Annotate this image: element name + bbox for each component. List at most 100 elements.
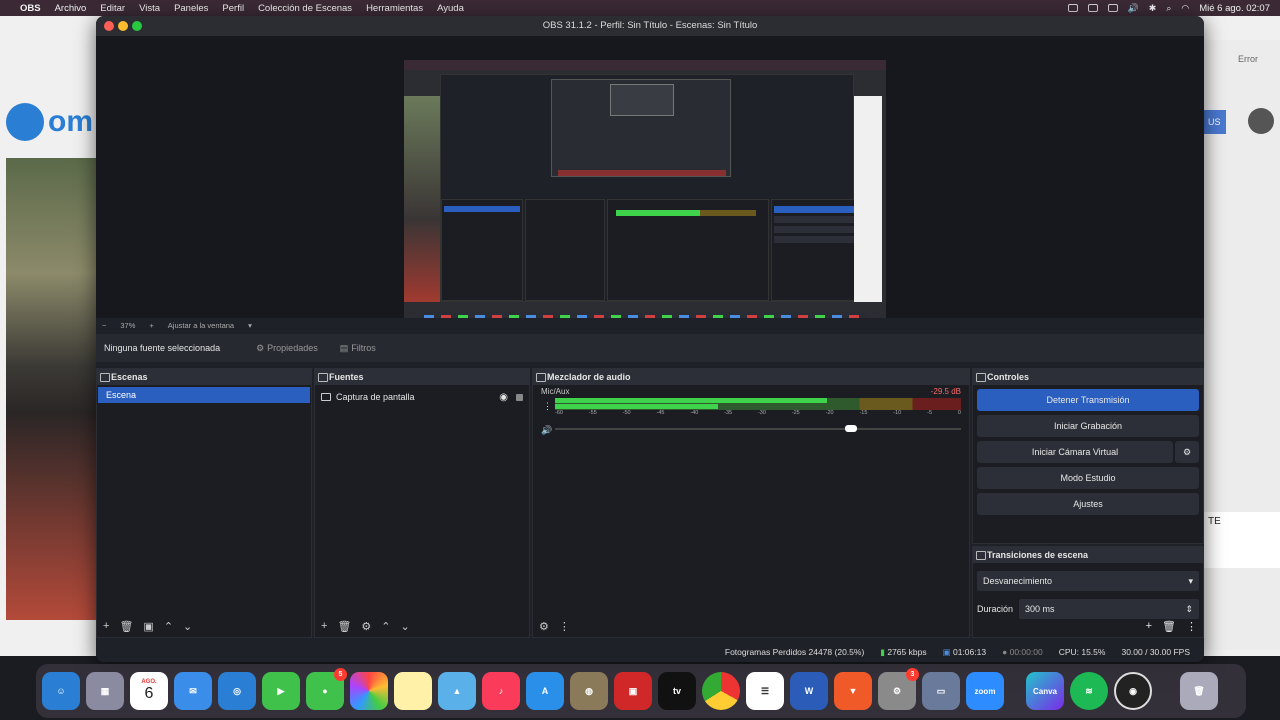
menu-app-name[interactable]: OBS — [20, 3, 41, 14]
scenes-title: Escenas — [97, 369, 311, 385]
brave-icon[interactable]: ▼ — [834, 672, 872, 710]
menu-paneles[interactable]: Paneles — [174, 3, 208, 14]
status-icon[interactable] — [1067, 4, 1078, 12]
trash-icon[interactable]: 🗑 — [1162, 620, 1176, 633]
chrome-icon[interactable] — [702, 672, 740, 710]
close-window-button[interactable] — [104, 21, 114, 31]
lock-icon[interactable] — [516, 393, 523, 401]
maps-icon[interactable]: ▲ — [438, 672, 476, 710]
gear-icon[interactable]: ⚙ — [361, 620, 371, 633]
move-down-button[interactable]: ⌄ — [183, 620, 192, 633]
zoom-in-button[interactable]: + — [149, 321, 153, 330]
obs-icon[interactable]: ◉ — [1114, 672, 1152, 710]
photo-booth-icon[interactable]: ▣ — [614, 672, 652, 710]
meter-tick-label: -45 — [656, 410, 665, 416]
search-icon[interactable]: ⌕ — [1166, 3, 1171, 14]
blue-button[interactable]: US — [1204, 110, 1226, 134]
notes-icon[interactable] — [394, 672, 432, 710]
chevron-down-icon[interactable]: ▾ — [248, 321, 252, 330]
stepper-icon[interactable]: ⇕ — [1185, 599, 1193, 619]
menu-ayuda[interactable]: Ayuda — [437, 3, 464, 14]
app-store-icon[interactable]: A — [526, 672, 564, 710]
menu-coleccion-escenas[interactable]: Colección de Escenas — [258, 3, 352, 14]
meter-tick-label: -60 — [555, 410, 563, 416]
settings-badge: 3 — [906, 668, 919, 681]
add-scene-button[interactable]: + — [103, 620, 109, 632]
stop-stream-button[interactable]: Detener Transmisión — [977, 389, 1199, 411]
stream-time-value: 01:06:13 — [952, 646, 987, 657]
duration-input[interactable]: 300 ms ⇕ — [1019, 599, 1199, 619]
music-icon[interactable]: ♪ — [482, 672, 520, 710]
trash-icon[interactable]: 🗑 — [1180, 672, 1218, 710]
menu-vista[interactable]: Vista — [139, 3, 160, 14]
mixer-menu-icon[interactable]: ⋮ — [559, 620, 570, 633]
channel-menu-icon[interactable]: ⋮ — [543, 401, 552, 412]
preview-canvas[interactable] — [404, 60, 886, 332]
word-icon[interactable]: W — [790, 672, 828, 710]
scene-filters-icon[interactable]: ▣ — [143, 620, 153, 633]
mail-icon[interactable]: ✉ — [174, 672, 212, 710]
move-down-button[interactable]: ⌄ — [401, 620, 410, 633]
properties-button[interactable]: ⚙ Propiedades — [256, 343, 318, 354]
menubar-clock[interactable]: Mié 6 ago. 02:07 — [1199, 3, 1270, 14]
zoom-icon[interactable]: zoom — [966, 672, 1004, 710]
cloud-icon[interactable] — [1087, 4, 1098, 12]
safari-icon[interactable]: ◎ — [218, 672, 256, 710]
fit-window-label[interactable]: Ajustar a la ventana — [168, 321, 234, 330]
apple-tv-icon[interactable]: tv — [658, 672, 696, 710]
finder-icon[interactable]: ☺ — [42, 672, 80, 710]
messages-icon[interactable]: ● 5 — [306, 668, 347, 710]
filters-button[interactable]: ▤ Filtros — [340, 343, 376, 354]
transition-select[interactable]: Desvanecimiento ▾ — [977, 571, 1199, 591]
start-recording-button[interactable]: Iniciar Grabación — [977, 415, 1199, 437]
photos-icon[interactable] — [350, 672, 388, 710]
avatar[interactable] — [1248, 108, 1274, 134]
source-item[interactable]: Captura de pantalla ◉ — [315, 388, 529, 406]
add-transition-button[interactable]: + — [1146, 620, 1152, 633]
canva-icon[interactable]: Canva — [1026, 672, 1064, 710]
nested-webcam — [404, 96, 440, 302]
volume-slider-knob[interactable] — [845, 425, 858, 432]
add-source-button[interactable]: + — [321, 620, 327, 632]
volume-slider[interactable] — [555, 424, 961, 434]
menu-herramientas[interactable]: Herramientas — [366, 3, 423, 14]
trash-icon[interactable]: 🗑 — [119, 620, 133, 633]
reminders-icon[interactable]: ☰ — [746, 672, 784, 710]
minimize-window-button[interactable] — [118, 21, 128, 31]
system-settings-icon[interactable]: ⚙ 3 — [878, 668, 919, 710]
advanced-audio-icon[interactable]: ⚙ — [539, 620, 549, 633]
launchpad-icon[interactable]: ▦ — [86, 672, 124, 710]
contacts-icon[interactable]: ◍ — [570, 672, 608, 710]
virtual-camera-button[interactable]: Iniciar Cámara Virtual — [977, 441, 1173, 463]
gear-icon[interactable]: ⚙ — [1175, 441, 1199, 463]
volume-icon[interactable]: 🔊 — [1128, 3, 1139, 14]
settings-button[interactable]: Ajustes — [977, 493, 1199, 515]
menu-editar[interactable]: Editar — [100, 3, 125, 14]
preview-area[interactable] — [96, 36, 1204, 332]
meter-tick-label: -30 — [757, 410, 766, 416]
facetime-icon[interactable]: ▶ — [262, 672, 300, 710]
spotify-icon[interactable]: ≋ — [1070, 672, 1108, 710]
studio-mode-button[interactable]: Modo Estudio — [977, 467, 1199, 489]
speaker-icon[interactable]: 🔊 — [541, 425, 552, 436]
display-icon[interactable] — [1107, 4, 1118, 12]
fps: 30.00 / 30.00 FPS — [1121, 647, 1190, 657]
eye-icon[interactable]: ◉ — [499, 392, 508, 403]
stream-time: ▣ 01:06:13 — [943, 647, 987, 658]
controls-dock: Controles Detener Transmisión Iniciar Gr… — [972, 368, 1204, 544]
bluetooth-icon[interactable]: ✱ — [1149, 3, 1157, 14]
trash-icon[interactable]: 🗑 — [337, 620, 351, 633]
wifi-icon[interactable]: ◠ — [1181, 3, 1189, 14]
scene-item[interactable]: Escena — [98, 387, 310, 403]
zoom-out-button[interactable]: − — [102, 321, 106, 330]
menu-archivo[interactable]: Archivo — [55, 3, 87, 14]
preview-app-icon[interactable]: ▭ — [922, 672, 960, 710]
move-up-button[interactable]: ⌃ — [164, 620, 173, 633]
maximize-window-button[interactable] — [132, 21, 142, 31]
move-up-button[interactable]: ⌃ — [381, 620, 390, 633]
menu-perfil[interactable]: Perfil — [222, 3, 244, 14]
channel-db: -29.5 dB — [930, 387, 961, 396]
logo-circle-icon — [6, 103, 44, 141]
calendar-icon[interactable]: AGO. 6 — [130, 672, 168, 710]
transition-menu-icon[interactable]: ⋮ — [1186, 620, 1197, 633]
